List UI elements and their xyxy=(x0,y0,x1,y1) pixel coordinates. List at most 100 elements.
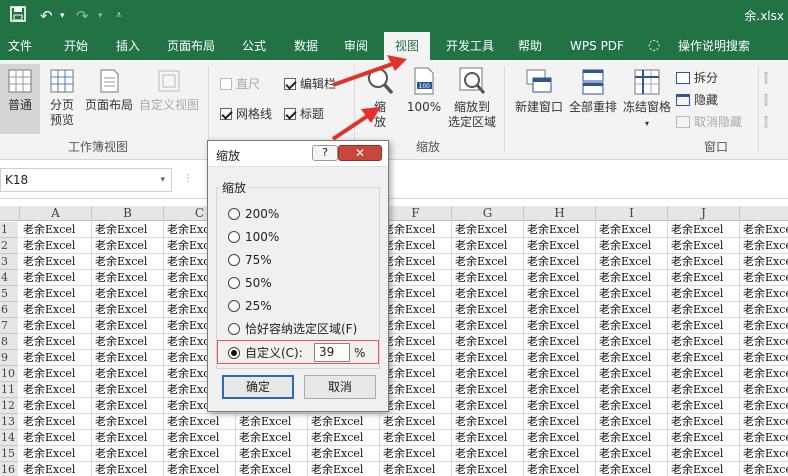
grid-cell[interactable]: 老余Excel xyxy=(596,366,668,382)
grid-cell[interactable]: 老余Excel xyxy=(524,270,596,286)
grid-cell[interactable]: 老余Excel xyxy=(668,334,740,350)
grid-cell[interactable]: 老余Excel xyxy=(524,462,596,476)
page-break-preview-button[interactable]: 分页 预览 xyxy=(44,68,80,128)
grid-cell[interactable]: 老余Excel xyxy=(452,334,524,350)
grid-cell[interactable]: 老余Excel xyxy=(308,446,380,462)
column-header[interactable]: H xyxy=(524,206,596,221)
grid-cell[interactable]: 老余Excel xyxy=(92,398,164,414)
grid-cell[interactable]: 老余Excel xyxy=(668,382,740,398)
grid-cell[interactable]: 老余Excel xyxy=(20,430,92,446)
row-header[interactable]: 2 xyxy=(0,238,18,254)
grid-cell[interactable]: 老余Excel xyxy=(596,238,668,254)
grid-cell[interactable]: 老余Excel xyxy=(236,414,308,430)
grid-cell[interactable]: 老余Excel xyxy=(380,350,452,366)
page-layout-view-button[interactable]: 页面布局 xyxy=(82,68,136,113)
grid-cell[interactable]: 老余Excel xyxy=(452,414,524,430)
grid-cell[interactable]: 老余Excel xyxy=(452,398,524,414)
zoom-to-selection-button[interactable]: 缩放到 选定区域 xyxy=(446,66,498,130)
grid-cell[interactable]: 老余Excel xyxy=(20,286,92,302)
grid-cell[interactable]: 老余Excel xyxy=(380,446,452,462)
grid-cell[interactable]: 老余Excel xyxy=(92,270,164,286)
grid-cell[interactable]: 老余Excel xyxy=(92,366,164,382)
grid-cell[interactable]: 老余Excel xyxy=(452,350,524,366)
grid-cell[interactable]: 老余Excel xyxy=(92,446,164,462)
grid-cell[interactable]: 老余Excel xyxy=(452,302,524,318)
column-header[interactable]: A xyxy=(20,206,92,221)
grid-cell[interactable]: 老余Excel xyxy=(596,430,668,446)
grid-cell[interactable]: 老余Excel xyxy=(524,222,596,238)
normal-view-button[interactable]: 普通 xyxy=(0,64,40,134)
custom-zoom-input[interactable]: 39 xyxy=(314,343,350,362)
grid-cell[interactable]: 老余Excel xyxy=(452,382,524,398)
headings-checkbox[interactable]: 标题 xyxy=(284,106,324,122)
tab-page-layout[interactable]: 页面布局 xyxy=(160,32,222,60)
grid-cell[interactable]: 老余Excel xyxy=(452,286,524,302)
grid-cell[interactable]: 老余Excel xyxy=(596,382,668,398)
grid-cell[interactable]: 老余Excel xyxy=(380,222,452,238)
grid-cell[interactable]: 老余Excel xyxy=(740,366,788,382)
tab-data[interactable]: 数据 xyxy=(286,32,326,60)
grid-cell[interactable]: 老余Excel xyxy=(740,302,788,318)
tab-insert[interactable]: 插入 xyxy=(108,32,148,60)
radio-100[interactable]: 100% xyxy=(228,230,279,244)
grid-cell[interactable]: 老余Excel xyxy=(380,398,452,414)
grid-cell[interactable]: 老余Excel xyxy=(596,334,668,350)
grid-cell[interactable]: 老余Excel xyxy=(524,382,596,398)
grid-cell[interactable]: 老余Excel xyxy=(668,318,740,334)
split-button[interactable]: 拆分 xyxy=(676,70,718,86)
help-button[interactable]: ? xyxy=(312,145,338,161)
grid-cell[interactable]: 老余Excel xyxy=(524,398,596,414)
grid-cell[interactable]: 老余Excel xyxy=(740,286,788,302)
grid-cell[interactable]: 老余Excel xyxy=(740,270,788,286)
grid-cell[interactable]: 老余Excel xyxy=(380,318,452,334)
row-header[interactable]: 4 xyxy=(0,270,18,286)
column-header[interactable]: F xyxy=(380,206,452,221)
grid-cell[interactable]: 老余Excel xyxy=(380,430,452,446)
grid-cell[interactable]: 老余Excel xyxy=(92,222,164,238)
grid-cell[interactable]: 老余Excel xyxy=(236,430,308,446)
grid-cell[interactable]: 老余Excel xyxy=(20,382,92,398)
grid-cell[interactable]: 老余Excel xyxy=(668,446,740,462)
ok-button[interactable]: 确定 xyxy=(222,375,294,399)
grid-cell[interactable]: 老余Excel xyxy=(740,462,788,476)
spreadsheet-grid[interactable]: ABCDEFGHIJ 1老余Excel老余Excel老余Excel老余Excel… xyxy=(0,200,788,476)
grid-cell[interactable]: 老余Excel xyxy=(668,302,740,318)
radio-75[interactable]: 75% xyxy=(228,253,272,267)
grid-cell[interactable]: 老余Excel xyxy=(452,366,524,382)
column-header[interactable]: B xyxy=(92,206,164,221)
grid-cell[interactable]: 老余Excel xyxy=(524,350,596,366)
tab-wps-pdf[interactable]: WPS PDF xyxy=(564,32,630,60)
grid-cell[interactable]: 老余Excel xyxy=(740,430,788,446)
row-header[interactable]: 1 xyxy=(0,222,18,238)
grid-cell[interactable]: 老余Excel xyxy=(20,318,92,334)
grid-cell[interactable]: 老余Excel xyxy=(164,430,236,446)
grid-cell[interactable]: 老余Excel xyxy=(524,238,596,254)
row-header[interactable]: 3 xyxy=(0,254,18,270)
grid-cell[interactable]: 老余Excel xyxy=(92,430,164,446)
grid-cell[interactable]: 老余Excel xyxy=(20,270,92,286)
grid-cell[interactable]: 老余Excel xyxy=(92,382,164,398)
grid-cell[interactable]: 老余Excel xyxy=(380,302,452,318)
row-header[interactable]: 11 xyxy=(0,382,18,398)
grid-cell[interactable]: 老余Excel xyxy=(596,398,668,414)
gridlines-checkbox[interactable]: 网格线 xyxy=(220,106,272,122)
tab-home[interactable]: 开始 xyxy=(56,32,96,60)
grid-cell[interactable]: 老余Excel xyxy=(740,446,788,462)
grid-cell[interactable]: 老余Excel xyxy=(524,334,596,350)
tab-formulas[interactable]: 公式 xyxy=(234,32,274,60)
grid-cell[interactable]: 老余Excel xyxy=(20,462,92,476)
save-icon[interactable] xyxy=(10,6,26,27)
grid-cell[interactable]: 老余Excel xyxy=(596,270,668,286)
grid-cell[interactable]: 老余Excel xyxy=(740,238,788,254)
grid-cell[interactable]: 老余Excel xyxy=(740,398,788,414)
hide-button[interactable]: 隐藏 xyxy=(676,92,718,108)
grid-cell[interactable]: 老余Excel xyxy=(92,334,164,350)
grid-cell[interactable]: 老余Excel xyxy=(380,382,452,398)
row-header[interactable]: 5 xyxy=(0,286,18,302)
radio-200[interactable]: 200% xyxy=(228,207,279,221)
grid-cell[interactable]: 老余Excel xyxy=(524,414,596,430)
undo-icon[interactable]: ↶ xyxy=(40,6,53,26)
grid-cell[interactable]: 老余Excel xyxy=(668,222,740,238)
grid-cell[interactable]: 老余Excel xyxy=(668,238,740,254)
tab-file[interactable]: 文件 xyxy=(2,32,38,60)
